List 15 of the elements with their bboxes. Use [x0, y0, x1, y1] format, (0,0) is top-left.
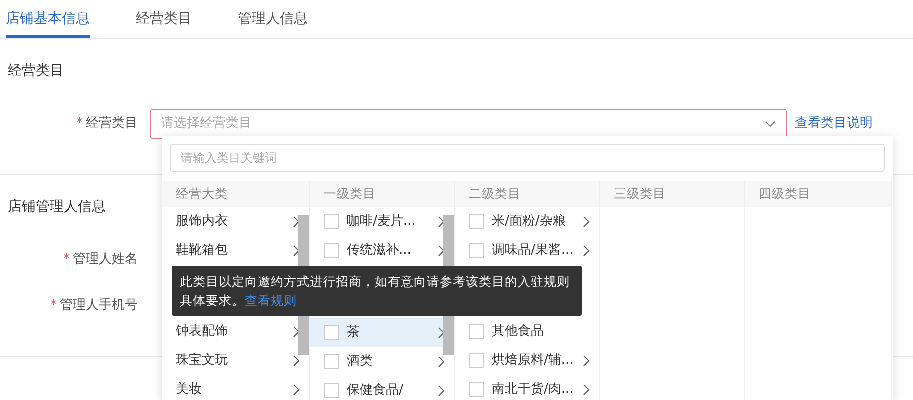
required-asterisk: *: [64, 252, 70, 268]
select-placeholder: 请选择经营类目: [161, 115, 252, 134]
field-label: 管理人姓名: [73, 252, 138, 268]
field-label: 经营类目: [86, 116, 138, 132]
column-header: 三级类目: [600, 181, 744, 207]
required-asterisk: *: [76, 116, 83, 132]
column-header: 四级类目: [745, 181, 891, 207]
column-header: 二级类目: [455, 181, 599, 207]
required-asterisk: *: [50, 298, 57, 314]
field-label: 管理人手机号: [60, 298, 138, 314]
column-header: 一级类目: [310, 181, 454, 207]
tooltip: 此类目以定向邀约方式进行招商，如有意向请参考该类目的入驻规则具体要求。查看规则: [172, 266, 582, 316]
section-title: 经营类目: [8, 62, 64, 81]
column-header: 经营大类: [162, 181, 309, 207]
section-title: 店铺管理人信息: [8, 198, 106, 217]
